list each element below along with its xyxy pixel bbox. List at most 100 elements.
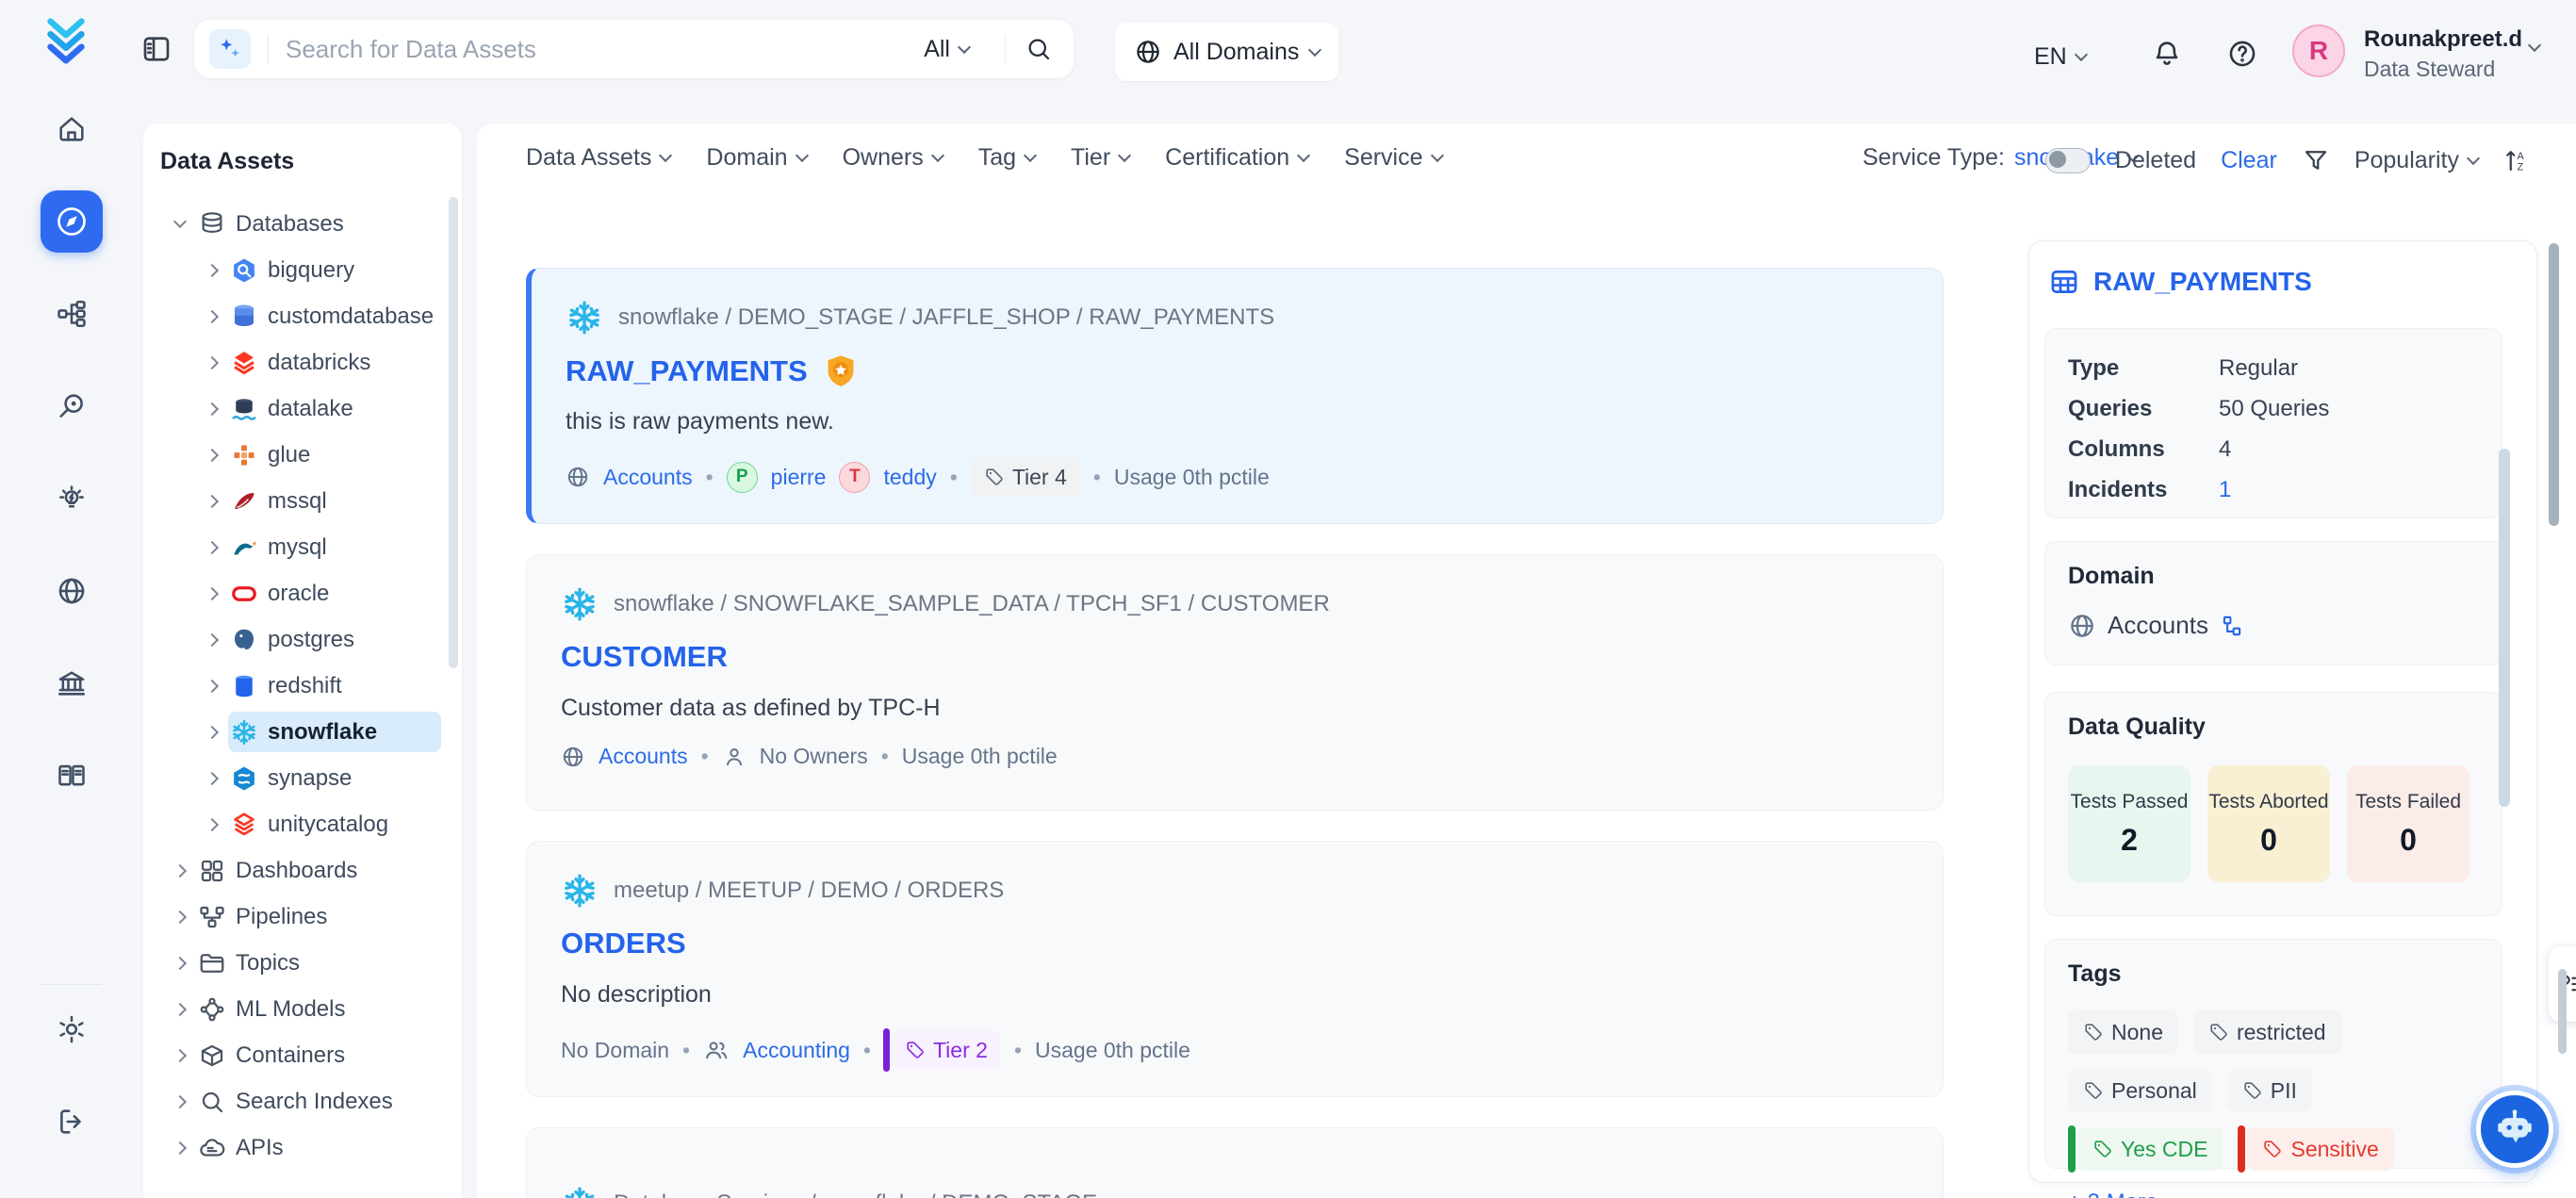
- tree-expand-chevron-icon[interactable]: [198, 358, 226, 368]
- asset-title-link[interactable]: RAW_PAYMENTS: [566, 353, 859, 389]
- tag-chip[interactable]: None: [2068, 1010, 2178, 1054]
- help-icon[interactable]: [2226, 38, 2258, 70]
- tree-expand-chevron-icon[interactable]: [198, 635, 226, 645]
- tier-chip[interactable]: Tier 2: [892, 1030, 1001, 1070]
- global-search-bar[interactable]: Search for Data Assets All: [193, 19, 1075, 79]
- tag-chip[interactable]: Personal: [2068, 1069, 2212, 1112]
- hierarchy-link-icon[interactable]: [2220, 614, 2244, 638]
- search-icon[interactable]: [1023, 35, 1074, 63]
- tree-expand-chevron-icon[interactable]: [166, 1097, 194, 1107]
- tree-item[interactable]: synapse: [149, 755, 447, 801]
- domain-link[interactable]: Accounts: [599, 744, 688, 769]
- tree-expand-chevron-icon[interactable]: [198, 589, 226, 599]
- result-card-orders[interactable]: meetup / MEETUP / DEMO / ORDERS ORDERS N…: [526, 841, 1944, 1097]
- nav-lineage[interactable]: [41, 283, 103, 345]
- owner-link[interactable]: teddy: [883, 465, 936, 490]
- nav-insights[interactable]: [41, 468, 103, 530]
- breadcrumb[interactable]: meetup / MEETUP / DEMO / ORDERS: [614, 878, 1004, 904]
- tree-item[interactable]: datalake: [149, 386, 447, 432]
- nav-domains[interactable]: [41, 560, 103, 622]
- filter-dropdown[interactable]: Owners: [843, 144, 943, 172]
- tree-item[interactable]: snowflake: [149, 709, 447, 755]
- tree-item[interactable]: Topics: [149, 940, 447, 986]
- user-avatar[interactable]: R: [2292, 25, 2345, 77]
- user-menu-chevron-icon[interactable]: [2528, 39, 2541, 52]
- asset-title-link[interactable]: ORDERS: [561, 927, 686, 960]
- results-scrollbar[interactable]: [2549, 243, 2559, 526]
- owner-team-link[interactable]: Accounting: [743, 1038, 850, 1063]
- tree-item[interactable]: mysql: [149, 524, 447, 570]
- tree-item[interactable]: unitycatalog: [149, 801, 447, 847]
- nav-explore[interactable]: [41, 190, 103, 253]
- tree-expand-chevron-icon[interactable]: [166, 912, 194, 922]
- tree-expand-chevron-icon[interactable]: [166, 1143, 194, 1153]
- filter-funnel-icon[interactable]: [2302, 146, 2330, 174]
- language-selector[interactable]: EN: [2034, 43, 2086, 71]
- breadcrumb[interactable]: Database Services / snowflake / DEMO_STA…: [614, 1190, 1097, 1198]
- deleted-toggle[interactable]: [2045, 148, 2091, 173]
- tree-item[interactable]: bigquery: [149, 247, 447, 293]
- tree-item[interactable]: Pipelines: [149, 894, 447, 940]
- tree-item[interactable]: Databases: [149, 201, 447, 247]
- filter-dropdown[interactable]: Certification: [1165, 144, 1308, 172]
- tree-expand-chevron-icon[interactable]: [198, 404, 226, 414]
- preview-scrollbar[interactable]: [2499, 449, 2510, 807]
- owner-link[interactable]: pierre: [771, 465, 827, 490]
- tree-expand-chevron-icon[interactable]: [198, 497, 226, 506]
- search-input[interactable]: Search for Data Assets: [286, 35, 924, 64]
- tree-expand-chevron-icon[interactable]: [166, 866, 194, 876]
- tag-chip[interactable]: Yes CDE: [2077, 1127, 2223, 1171]
- tree-item[interactable]: Dashboards: [149, 847, 447, 894]
- breadcrumb[interactable]: snowflake / SNOWFLAKE_SAMPLE_DATA / TPCH…: [614, 591, 1330, 617]
- tree-expand-chevron-icon[interactable]: [198, 820, 226, 829]
- all-domains-dropdown[interactable]: All Domains: [1115, 23, 1338, 81]
- filter-dropdown[interactable]: Domain: [706, 144, 806, 172]
- tree-item[interactable]: Search Indexes: [149, 1078, 447, 1124]
- tree-expand-chevron-icon[interactable]: [166, 1005, 194, 1014]
- search-scope-dropdown[interactable]: All: [924, 36, 988, 63]
- tier-chip[interactable]: Tier 4: [971, 457, 1080, 497]
- page-scrollbar[interactable]: [2558, 969, 2567, 1054]
- filter-dropdown[interactable]: Tier: [1071, 144, 1129, 172]
- tree-item[interactable]: customdatabase: [149, 293, 447, 339]
- sort-dropdown[interactable]: Popularity: [2354, 147, 2478, 174]
- ai-sparkle-icon[interactable]: [209, 29, 251, 69]
- filter-dropdown[interactable]: Data Assets: [526, 144, 670, 172]
- owner-avatar[interactable]: T: [839, 462, 870, 493]
- tree-item[interactable]: redshift: [149, 663, 447, 709]
- domain-link[interactable]: Accounts: [603, 465, 693, 490]
- chat-assistant-button[interactable]: [2476, 1091, 2553, 1168]
- clear-filters-link[interactable]: Clear: [2221, 147, 2277, 174]
- tree-item[interactable]: Containers: [149, 1032, 447, 1078]
- result-card-partial[interactable]: Database Services / snowflake / DEMO_STA…: [526, 1127, 1944, 1198]
- tree-item[interactable]: oracle: [149, 570, 447, 616]
- tag-chip[interactable]: restricted: [2193, 1010, 2341, 1054]
- nav-glossary[interactable]: [41, 745, 103, 807]
- tree-expand-chevron-icon[interactable]: [198, 774, 226, 783]
- result-card-customer[interactable]: snowflake / SNOWFLAKE_SAMPLE_DATA / TPCH…: [526, 554, 1944, 811]
- filter-dropdown[interactable]: Tag: [978, 144, 1035, 172]
- notifications-bell-icon[interactable]: [2151, 38, 2183, 70]
- tree-item[interactable]: APIs: [149, 1124, 447, 1171]
- tree-expand-chevron-icon[interactable]: [198, 681, 226, 691]
- info-value[interactable]: 1: [2219, 477, 2231, 503]
- asset-title-link[interactable]: CUSTOMER: [561, 640, 728, 674]
- preview-title[interactable]: RAW_PAYMENTS: [2048, 266, 2312, 298]
- tree-expand-chevron-icon[interactable]: [198, 266, 226, 275]
- tree-item[interactable]: postgres: [149, 616, 447, 663]
- tree-expand-chevron-icon[interactable]: [198, 543, 226, 552]
- tree-expand-chevron-icon[interactable]: [166, 959, 194, 968]
- tree-item[interactable]: ML Models: [149, 986, 447, 1032]
- breadcrumb[interactable]: snowflake / DEMO_STAGE / JAFFLE_SHOP / R…: [618, 304, 1274, 331]
- more-tags-link[interactable]: + 3 More: [2068, 1190, 2479, 1198]
- nav-settings[interactable]: [41, 998, 103, 1060]
- result-card-raw-payments[interactable]: snowflake / DEMO_STAGE / JAFFLE_SHOP / R…: [526, 268, 1944, 524]
- tree-item[interactable]: mssql: [149, 478, 447, 524]
- nav-govern[interactable]: [41, 652, 103, 714]
- sort-order-icon[interactable]: [2502, 146, 2531, 174]
- tree-expand-chevron-icon[interactable]: [166, 222, 194, 226]
- nav-logout[interactable]: [41, 1091, 103, 1153]
- owner-avatar[interactable]: P: [727, 462, 758, 493]
- tag-chip[interactable]: PII: [2227, 1069, 2312, 1112]
- nav-observability[interactable]: [41, 375, 103, 437]
